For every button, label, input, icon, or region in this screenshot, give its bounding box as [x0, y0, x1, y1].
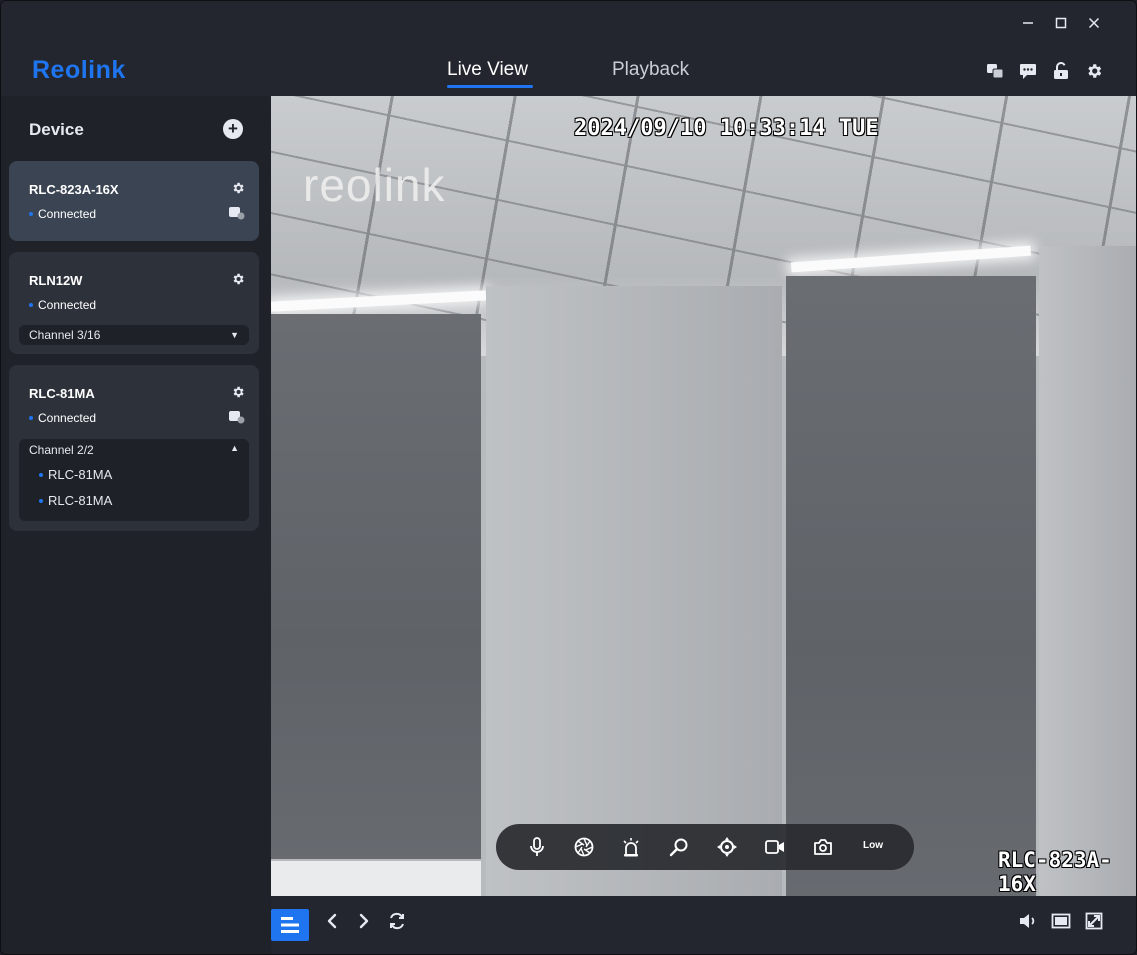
camera-storage-icon: [229, 207, 245, 220]
add-device-button[interactable]: +: [223, 119, 243, 139]
device-card-rln12w[interactable]: RLN12W Connected Channel 3/16 ▼: [9, 252, 259, 354]
message-button[interactable]: [1018, 61, 1038, 81]
tab-playback[interactable]: Playback: [612, 59, 689, 81]
zoom-button[interactable]: [668, 836, 690, 858]
live-video-feed[interactable]: reolink 2024/09/10 10:33:14 TUE RLC-823A…: [271, 96, 1136, 896]
video-control-bar: Low: [496, 824, 914, 870]
tab-live-view[interactable]: Live View: [447, 59, 528, 81]
title-bar: Reolink Live View Playback: [1, 1, 1136, 96]
aperture-button[interactable]: [573, 836, 595, 858]
lock-button[interactable]: [1051, 61, 1071, 81]
previous-button[interactable]: [321, 910, 343, 932]
message-icon: [1020, 63, 1036, 79]
ptz-button[interactable]: [716, 836, 738, 858]
active-tab-indicator: [447, 85, 533, 88]
siren-button[interactable]: [620, 836, 642, 858]
video-wall-panel: [486, 286, 782, 896]
translate-button[interactable]: [985, 61, 1005, 81]
close-icon: [1088, 17, 1100, 29]
channel-item-label: RLC-81MA: [48, 493, 113, 508]
device-status: Connected: [29, 411, 96, 425]
video-wall-panel-right: [1039, 246, 1136, 896]
next-button[interactable]: [353, 910, 375, 932]
volume-icon: [1020, 914, 1035, 928]
status-text: Connected: [38, 207, 97, 221]
talk-button[interactable]: [526, 836, 548, 858]
stream-quality-button[interactable]: Low: [863, 840, 883, 851]
settings-button[interactable]: [1084, 61, 1104, 81]
maximize-button[interactable]: [1051, 13, 1071, 33]
previous-icon: [327, 913, 337, 929]
device-settings-icon[interactable]: [231, 385, 245, 399]
status-dot: [29, 212, 33, 216]
video-blind-left: [271, 314, 481, 859]
single-screen-icon: [1051, 913, 1071, 929]
lock-icon: [1054, 62, 1068, 79]
video-watermark: reolink: [303, 159, 446, 211]
ptz-icon: [717, 837, 737, 857]
refresh-icon: [390, 912, 404, 930]
device-name: RLN12W: [29, 273, 83, 288]
aperture-icon: [574, 837, 594, 857]
refresh-button[interactable]: [386, 910, 408, 932]
fullscreen-icon: [1085, 912, 1103, 930]
video-camera-name: RLC-823A-16X: [998, 848, 1112, 896]
status-dot: [29, 416, 33, 420]
record-icon: [765, 840, 784, 854]
sidebar-title: Device: [29, 120, 84, 139]
status-text: Connected: [38, 298, 97, 312]
next-icon: [359, 913, 369, 929]
video-timestamp: 2024/09/10 10:33:14 TUE: [574, 116, 879, 141]
minimize-icon: [1023, 22, 1033, 24]
device-list-toggle-button[interactable]: [271, 909, 309, 941]
single-screen-button[interactable]: [1050, 910, 1072, 932]
device-list-icon: [281, 917, 299, 933]
channel-item[interactable]: RLC-81MA: [39, 493, 112, 508]
bottom-toolbar: [271, 896, 1136, 954]
snapshot-icon: [814, 839, 832, 855]
caret-up-icon[interactable]: ▲: [230, 443, 239, 453]
zoom-icon: [669, 838, 688, 857]
caret-down-icon: ▼: [230, 330, 239, 340]
channel-item[interactable]: RLC-81MA: [39, 467, 112, 482]
snapshot-button[interactable]: [812, 836, 834, 858]
translate-icon: [987, 64, 1004, 79]
device-name: RLC-823A-16X: [29, 182, 119, 197]
device-status: Connected: [29, 298, 96, 312]
camera-storage-icon: [229, 411, 245, 424]
channel-list: Channel 2/2 ▲ RLC-81MA RLC-81MA: [19, 439, 249, 521]
device-settings-icon[interactable]: [231, 272, 245, 286]
fullscreen-button[interactable]: [1083, 910, 1105, 932]
channel-dot: [39, 498, 43, 503]
channel-list-header[interactable]: Channel 2/2: [29, 443, 94, 457]
device-settings-icon[interactable]: [231, 181, 245, 195]
settings-icon: [1088, 64, 1102, 78]
channel-item-label: RLC-81MA: [48, 467, 113, 482]
siren-icon: [623, 838, 639, 857]
channel-dropdown[interactable]: Channel 3/16 ▼: [19, 325, 249, 345]
minimize-button[interactable]: [1018, 13, 1038, 33]
channel-dot: [39, 472, 43, 477]
device-sidebar: Device + RLC-823A-16X Connected RLN12W C…: [1, 96, 271, 954]
device-card-rlc-81ma[interactable]: RLC-81MA Connected Channel 2/2 ▲ RLC-81M…: [9, 365, 259, 531]
device-card-rlc-823a-16x[interactable]: RLC-823A-16X Connected: [9, 161, 259, 241]
maximize-icon: [1055, 17, 1067, 29]
volume-button[interactable]: [1017, 910, 1039, 932]
video-window-light: [271, 861, 481, 896]
channel-dropdown-label: Channel 3/16: [29, 328, 101, 342]
reolink-logo: Reolink: [32, 56, 126, 84]
status-dot: [29, 303, 33, 307]
status-text: Connected: [38, 411, 97, 425]
record-button[interactable]: [764, 836, 786, 858]
video-blind-right: [786, 276, 1036, 896]
device-name: RLC-81MA: [29, 386, 95, 401]
device-status: Connected: [29, 207, 96, 221]
close-button[interactable]: [1084, 13, 1104, 33]
app-window: Reolink Live View Playback Device + RLC-…: [0, 0, 1137, 955]
microphone-icon: [530, 837, 544, 856]
